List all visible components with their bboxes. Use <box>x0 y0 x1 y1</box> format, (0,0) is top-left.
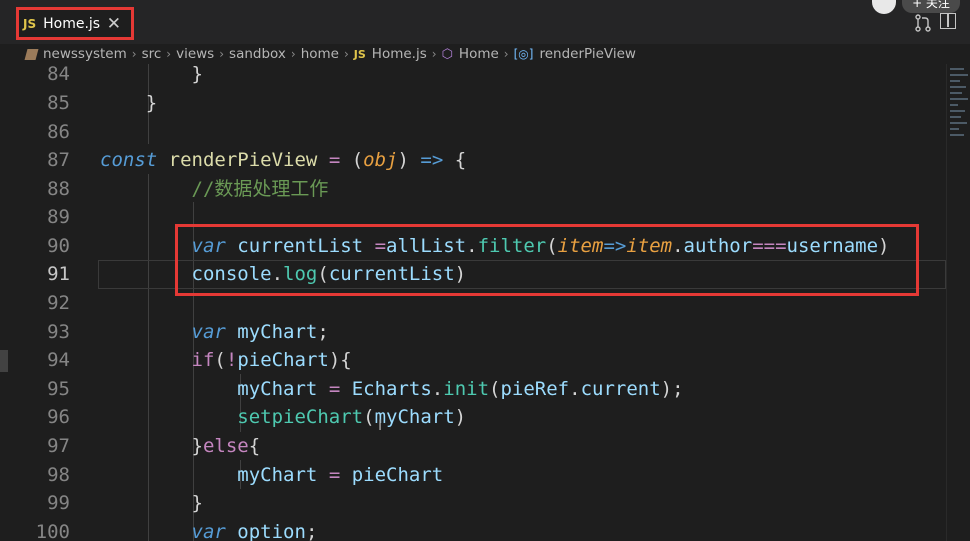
minimap-line <box>950 92 962 94</box>
variable-icon: [◎] <box>513 47 534 61</box>
breadcrumb-segment[interactable]: src <box>142 46 162 62</box>
source-control-icon[interactable] <box>914 14 932 32</box>
mouse-cursor-icon: I <box>378 418 383 434</box>
code-line: 100 var option; <box>0 518 946 541</box>
code-line: 93 var myChart; <box>0 318 946 347</box>
line-number: 88 <box>47 178 70 200</box>
scrollbar-thumb[interactable] <box>0 350 8 372</box>
chevron-right-icon: › <box>290 47 296 61</box>
minimap-line <box>950 98 968 100</box>
breadcrumb-symbol[interactable]: renderPieView <box>539 46 635 62</box>
code-text: const renderPieView = (obj) => { <box>100 149 467 171</box>
highlight-box <box>175 224 919 296</box>
line-number: 87 <box>47 149 70 171</box>
line-number: 96 <box>47 406 70 428</box>
code-line: 84 } <box>0 64 946 89</box>
code-line: 95 myChart = Echarts.init(pieRef.current… <box>0 375 946 404</box>
breadcrumb: newssystem › src › views › sandbox › hom… <box>0 44 970 64</box>
code-text: myChart = pieChart <box>237 464 444 486</box>
code-line: 87 const renderPieView = (obj) => { <box>0 146 946 175</box>
line-number: 91 <box>47 263 70 285</box>
follow-button[interactable]: + 关注 <box>902 0 960 13</box>
code-text: } <box>100 92 158 114</box>
line-number: 97 <box>47 435 70 457</box>
code-text: setpieChart(myChart) <box>237 406 467 428</box>
code-text: var option; <box>191 521 318 541</box>
code-line: 85 } <box>0 89 946 118</box>
tab-bar: JS Home.js ✕ + 关注 <box>0 0 970 44</box>
chevron-right-icon: › <box>166 47 172 61</box>
folder-icon <box>24 48 39 60</box>
code-comment: //数据处理工作 <box>191 178 329 200</box>
code-line: 88 //数据处理工作 <box>0 175 946 204</box>
code-text: } <box>100 64 203 85</box>
line-number: 92 <box>47 292 70 314</box>
code-line: 98 myChart = pieChart <box>0 461 946 490</box>
code-text: myChart = Echarts.init(pieRef.current); <box>237 378 684 400</box>
tab-home-js[interactable]: JS Home.js ✕ <box>16 7 134 40</box>
javascript-file-icon: JS <box>353 47 366 61</box>
javascript-file-icon: JS <box>23 16 37 31</box>
line-number: 93 <box>47 321 70 343</box>
breadcrumb-segment[interactable]: home <box>301 46 339 62</box>
code-line: 96 setpieChart(myChart) <box>0 403 946 432</box>
minimap-line <box>950 128 959 130</box>
split-editor-icon[interactable] <box>940 13 956 29</box>
minimap-line <box>950 122 967 124</box>
breadcrumb-component[interactable]: Home <box>459 46 499 62</box>
chevron-right-icon: › <box>131 47 137 61</box>
line-number: 94 <box>47 349 70 371</box>
minimap-line <box>950 116 961 118</box>
code-line: 97 }else{ <box>0 432 946 461</box>
code-text: }else{ <box>100 435 261 457</box>
line-number: 86 <box>47 121 70 143</box>
code-text: } <box>100 492 203 514</box>
code-line: 86 <box>0 118 946 147</box>
line-number: 98 <box>47 464 70 486</box>
line-number: 100 <box>35 521 70 541</box>
minimap-line <box>950 74 968 76</box>
avatar <box>872 0 896 14</box>
line-number: 89 <box>47 206 70 228</box>
code-editor[interactable]: 84 } 85 } 86 87 const renderPieView = (o… <box>0 64 946 541</box>
minimap[interactable] <box>946 64 970 541</box>
line-number: 90 <box>47 235 70 257</box>
close-icon[interactable]: ✕ <box>107 14 121 34</box>
minimap-line <box>950 104 958 106</box>
chevron-right-icon: › <box>503 47 509 61</box>
breadcrumb-segment[interactable]: views <box>176 46 214 62</box>
line-number: 95 <box>47 378 70 400</box>
chevron-right-icon: › <box>431 47 437 61</box>
minimap-line <box>950 68 964 70</box>
minimap-line <box>950 134 964 136</box>
breadcrumb-file[interactable]: Home.js <box>372 46 427 62</box>
code-text: var myChart; <box>191 321 329 343</box>
line-number: 99 <box>47 492 70 514</box>
code-line: 94 if(!pieChart){ <box>0 346 946 375</box>
code-line: 99 } <box>0 489 946 518</box>
line-number: 85 <box>47 92 70 114</box>
breadcrumb-segment[interactable]: newssystem <box>43 46 127 62</box>
tab-label: Home.js <box>43 15 101 32</box>
code-text: if(!pieChart){ <box>191 349 352 371</box>
component-icon: ⬡ <box>441 46 453 62</box>
minimap-line <box>950 86 966 88</box>
chevron-right-icon: › <box>219 47 225 61</box>
line-number: 84 <box>47 64 70 85</box>
minimap-line <box>950 110 965 112</box>
breadcrumb-segment[interactable]: sandbox <box>229 46 286 62</box>
chevron-right-icon: › <box>343 47 349 61</box>
minimap-line <box>950 80 960 82</box>
